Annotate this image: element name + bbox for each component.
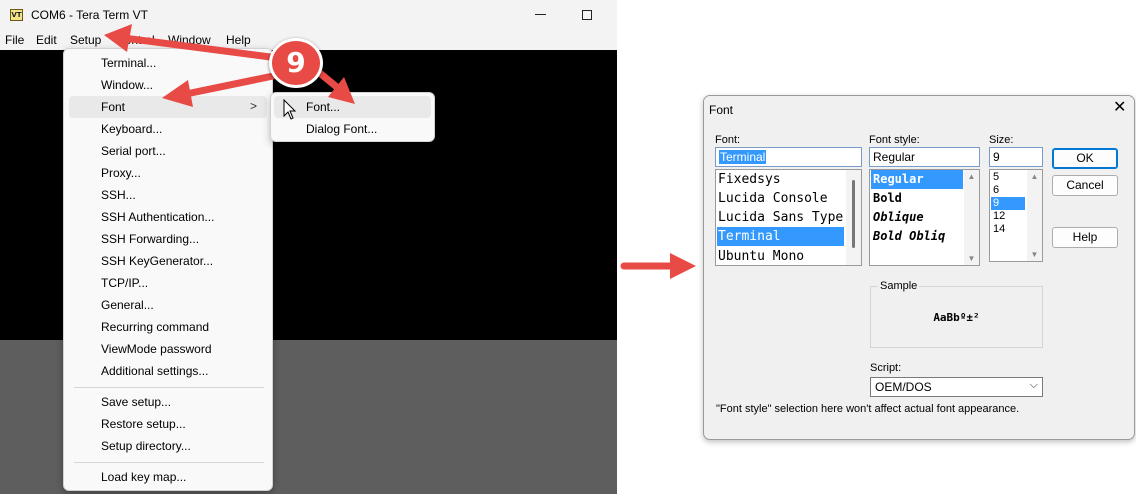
font-style-input[interactable]: Regular	[869, 147, 980, 167]
size-label: Size:	[989, 134, 1014, 146]
cancel-button[interactable]: Cancel	[1052, 175, 1118, 196]
step-number-badge: 9	[269, 38, 323, 88]
script-value: OEM/DOS	[875, 380, 932, 394]
size-list[interactable]: 5 6 9 12 14 ▲ ▼	[989, 169, 1043, 262]
scroll-down-icon[interactable]: ▼	[1027, 250, 1042, 259]
font-list-scrollbar[interactable]	[846, 170, 861, 265]
dialog-title-bar: Font ✕	[704, 96, 1134, 122]
list-item[interactable]: 5	[991, 171, 1027, 184]
list-item[interactable]: Bold Obliq	[871, 227, 963, 246]
list-item[interactable]: Fixedsys	[717, 170, 846, 189]
list-item-selected[interactable]: Regular	[871, 170, 963, 189]
font-style-list[interactable]: Regular Bold Oblique Bold Obliq ▲ ▼	[869, 169, 980, 266]
sample-text: AaBbº±²	[933, 311, 980, 324]
list-item[interactable]: 12	[991, 210, 1027, 223]
list-item[interactable]: 14	[991, 223, 1027, 236]
arrow-to-font-dialog-item	[312, 66, 355, 104]
size-scrollbar[interactable]: ▲ ▼	[1027, 170, 1042, 261]
font-label: Font:	[715, 134, 741, 146]
list-item[interactable]: Bold	[871, 189, 963, 208]
chevron-down-icon: ⌵	[1029, 379, 1038, 391]
list-item[interactable]: 6	[991, 184, 1027, 197]
script-select[interactable]: OEM/DOS ⌵	[870, 377, 1043, 397]
dialog-title: Font	[709, 103, 734, 117]
font-list[interactable]: Fixedsys Lucida Console Lucida Sans Type…	[715, 169, 862, 266]
scroll-down-icon[interactable]: ▼	[964, 254, 979, 263]
font-style-label: Font style:	[869, 134, 920, 146]
ok-button[interactable]: OK	[1052, 148, 1118, 169]
font-name-value: Terminal	[719, 150, 767, 164]
sample-label: Sample	[878, 280, 920, 292]
close-icon[interactable]: ✕	[1113, 99, 1126, 117]
list-item-selected[interactable]: Terminal	[717, 227, 844, 246]
size-input[interactable]: 9	[989, 147, 1043, 167]
list-item-selected[interactable]: 9	[991, 197, 1025, 210]
scroll-up-icon[interactable]: ▲	[1027, 172, 1042, 181]
list-item[interactable]: Ubuntu Mono	[717, 247, 846, 265]
help-button[interactable]: Help	[1052, 227, 1118, 248]
font-name-input[interactable]: Terminal	[715, 147, 862, 167]
font-style-scrollbar[interactable]: ▲ ▼	[964, 170, 979, 265]
scroll-up-icon[interactable]: ▲	[964, 172, 979, 181]
font-dialog: Font ✕ Font: Terminal Fixedsys Lucida Co…	[703, 95, 1135, 440]
list-item[interactable]: Lucida Sans Type	[717, 208, 846, 227]
arrow-to-setup-menu	[104, 24, 282, 62]
font-style-note: "Font style" selection here won't affect…	[716, 403, 1020, 415]
scrollbar-thumb[interactable]	[852, 180, 855, 248]
script-label: Script:	[870, 362, 902, 374]
sample-group: AaBbº±²	[870, 286, 1043, 348]
arrow-to-font-item	[162, 71, 282, 107]
arrow-to-font-dialog	[620, 253, 696, 279]
list-item[interactable]: Oblique	[871, 208, 963, 227]
list-item[interactable]: Lucida Console	[717, 189, 846, 208]
